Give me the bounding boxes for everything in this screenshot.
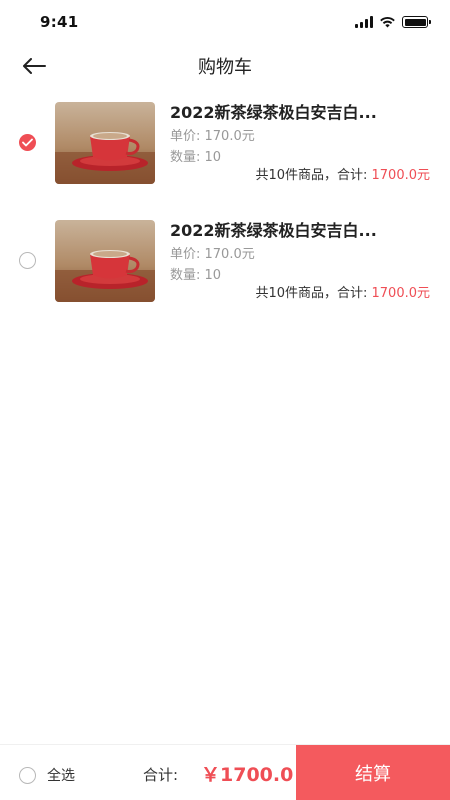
quantity: 数量: 10 — [170, 268, 222, 283]
signal-icon — [355, 16, 373, 28]
select-all-checkbox[interactable] — [19, 766, 36, 784]
product-image[interactable] — [55, 102, 155, 184]
cart-item[interactable]: 2022新茶绿茶极白安吉白... 单价: 170.0元 数量: 10 共10件商… — [0, 214, 450, 332]
item-checkbox-unchecked[interactable] — [19, 252, 36, 269]
item-summary: 共10件商品，合计: 1700.0元 — [255, 285, 430, 303]
checkout-bar: 全选 合计: ￥1700.0 结算 — [0, 744, 450, 800]
quantity: 数量: 10 — [170, 150, 222, 165]
summary-amount: 1700.0元 — [371, 168, 431, 183]
product-title[interactable]: 2022新茶绿茶极白安吉白... — [170, 220, 400, 242]
total-label: 合计: — [143, 766, 179, 784]
summary-text: 共10件商品，合计: — [255, 168, 372, 183]
select-all-toggle[interactable]: 全选 — [19, 765, 75, 785]
unit-price: 单价: 170.0元 — [170, 129, 255, 144]
product-image[interactable] — [55, 220, 155, 302]
check-icon — [22, 138, 33, 147]
status-time: 9:41 — [40, 13, 79, 31]
page-title: 购物车 — [198, 57, 252, 78]
status-bar: 9:41 — [0, 0, 450, 44]
wifi-icon — [380, 16, 395, 28]
cart-list: 2022新茶绿茶极白安吉白... 单价: 170.0元 数量: 10 共10件商… — [0, 96, 450, 332]
total-value: ￥1700.0 — [201, 764, 294, 786]
unit-price: 单价: 170.0元 — [170, 247, 255, 262]
summary-text: 共10件商品，合计: — [255, 286, 372, 301]
cart-item[interactable]: 2022新茶绿茶极白安吉白... 单价: 170.0元 数量: 10 共10件商… — [0, 96, 450, 214]
arrow-left-icon — [23, 58, 46, 74]
select-all-label: 全选 — [47, 768, 75, 784]
back-button[interactable] — [18, 52, 50, 80]
item-summary: 共10件商品，合计: 1700.0元 — [255, 167, 430, 185]
summary-amount: 1700.0元 — [371, 286, 431, 301]
nav-bar: 购物车 — [0, 44, 450, 88]
checkout-button[interactable]: 结算 — [296, 745, 450, 800]
product-title[interactable]: 2022新茶绿茶极白安吉白... — [170, 102, 400, 124]
status-icons — [355, 16, 431, 28]
battery-icon — [402, 16, 431, 28]
item-checkbox-checked[interactable] — [19, 134, 36, 151]
